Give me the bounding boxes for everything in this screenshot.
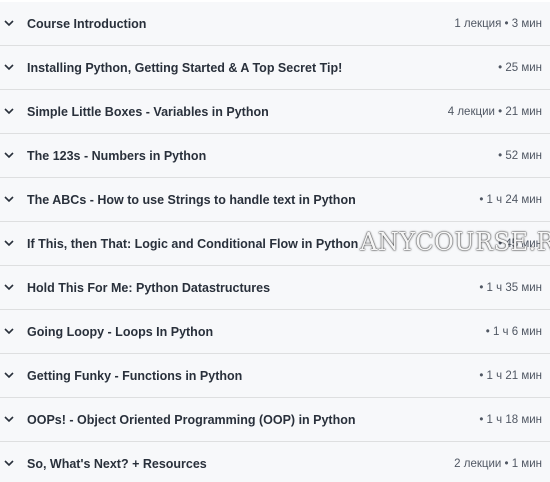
chevron-down-icon bbox=[4, 18, 14, 28]
section-row-functions[interactable]: Getting Funky - Functions in Python • 1 … bbox=[0, 354, 550, 398]
chevron-down-icon bbox=[4, 194, 14, 204]
section-meta: • 1 ч 24 мин bbox=[479, 193, 542, 206]
chevron-down-icon bbox=[4, 106, 14, 116]
section-row-course-introduction[interactable]: Course Introduction 1 лекция • 3 мин bbox=[0, 2, 550, 46]
section-row-variables[interactable]: Simple Little Boxes - Variables in Pytho… bbox=[0, 90, 550, 134]
section-meta: 2 лекции • 1 мин bbox=[454, 457, 542, 470]
section-meta: • 1 ч 6 мин bbox=[485, 325, 542, 338]
chevron-down-icon bbox=[4, 150, 14, 160]
section-row-numbers[interactable]: The 123s - Numbers in Python • 52 мин bbox=[0, 134, 550, 178]
section-title: Simple Little Boxes - Variables in Pytho… bbox=[27, 104, 269, 119]
section-title: Course Introduction bbox=[27, 16, 147, 31]
chevron-down-icon bbox=[4, 62, 14, 72]
chevron-down-icon bbox=[4, 370, 14, 380]
course-curriculum: Course Introduction 1 лекция • 3 мин Ins… bbox=[0, 0, 550, 482]
section-meta: • 1 ч 35 мин bbox=[479, 281, 542, 294]
chevron-down-icon bbox=[4, 458, 14, 468]
section-row-whats-next[interactable]: So, What's Next? + Resources 2 лекции • … bbox=[0, 442, 550, 482]
section-row-logic[interactable]: If This, then That: Logic and Conditiona… bbox=[0, 222, 550, 266]
section-meta: • 45 мин bbox=[498, 237, 542, 250]
section-meta: 4 лекции • 21 мин bbox=[447, 105, 542, 118]
section-meta: • 52 мин bbox=[498, 149, 542, 162]
chevron-down-icon bbox=[4, 326, 14, 336]
section-row-installing-python[interactable]: Installing Python, Getting Started & A T… bbox=[0, 46, 550, 90]
section-title: The ABCs - How to use Strings to handle … bbox=[27, 192, 356, 207]
section-row-loops[interactable]: Going Loopy - Loops In Python • 1 ч 6 ми… bbox=[0, 310, 550, 354]
section-title: Getting Funky - Functions in Python bbox=[27, 368, 243, 383]
section-title: Installing Python, Getting Started & A T… bbox=[27, 60, 343, 75]
section-title: If This, then That: Logic and Conditiona… bbox=[27, 236, 359, 251]
chevron-down-icon bbox=[4, 238, 14, 248]
chevron-down-icon bbox=[4, 414, 14, 424]
section-title: So, What's Next? + Resources bbox=[27, 456, 207, 471]
section-meta: 1 лекция • 3 мин bbox=[454, 17, 542, 30]
section-row-datastructures[interactable]: Hold This For Me: Python Datastructures … bbox=[0, 266, 550, 310]
section-title: Hold This For Me: Python Datastructures bbox=[27, 280, 271, 295]
section-title: The 123s - Numbers in Python bbox=[27, 148, 207, 163]
section-title: Going Loopy - Loops In Python bbox=[27, 324, 214, 339]
section-row-strings[interactable]: The ABCs - How to use Strings to handle … bbox=[0, 178, 550, 222]
section-row-oop[interactable]: OOPs! - Object Oriented Programming (OOP… bbox=[0, 398, 550, 442]
section-title: OOPs! - Object Oriented Programming (OOP… bbox=[27, 412, 356, 427]
section-meta: • 1 ч 18 мин bbox=[479, 413, 542, 426]
section-meta: • 25 мин bbox=[498, 61, 542, 74]
section-meta: • 1 ч 21 мин bbox=[479, 369, 542, 382]
chevron-down-icon bbox=[4, 282, 14, 292]
